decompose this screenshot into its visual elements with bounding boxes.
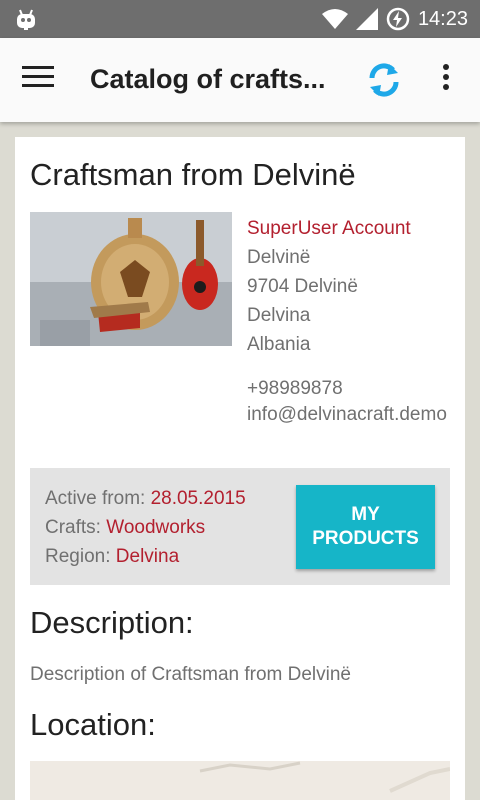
- crafts-label: Crafts:: [45, 517, 107, 538]
- contact-info: SuperUser Account Delvinë 9704 Delvinë D…: [247, 214, 455, 426]
- location-heading: Location:: [30, 707, 156, 742]
- my-products-button[interactable]: MY PRODUCTS: [296, 485, 435, 569]
- crafts-value[interactable]: Woodworks: [106, 517, 205, 538]
- phone-number[interactable]: +98989878: [247, 374, 455, 403]
- craftsman-title: Craftsman from Delvinë: [30, 157, 356, 192]
- craftsman-meta-panel: Active from: 28.05.2015 Crafts: Woodwork…: [30, 468, 450, 585]
- status-time: 14:23: [417, 7, 468, 30]
- hamburger-menu-icon[interactable]: [22, 66, 60, 94]
- address-line2: 9704 Delvinë: [247, 276, 358, 297]
- active-from-value: 28.05.2015: [150, 488, 246, 509]
- crafts-row: Crafts: Woodworks: [45, 513, 246, 542]
- email-address[interactable]: info@delvinacraft.demo: [247, 403, 455, 426]
- region-label: Region:: [45, 546, 116, 567]
- toolbar-title: Catalog of crafts...: [90, 64, 326, 94]
- overflow-menu-icon[interactable]: [434, 64, 458, 96]
- my-products-line1: MY: [351, 504, 380, 525]
- android-debug-icon: [17, 9, 35, 30]
- account-link[interactable]: SuperUser Account: [247, 214, 455, 243]
- description-text: Description of Craftsman from Delvinë: [30, 664, 351, 685]
- battery-charging-icon: [386, 7, 410, 31]
- region-row: Region: Delvina: [45, 542, 246, 571]
- region-value[interactable]: Delvina: [116, 546, 179, 567]
- wifi-icon: [321, 9, 348, 29]
- status-bar: 14:23: [0, 0, 480, 38]
- address-country: Albania: [247, 334, 311, 355]
- address-line1: Delvinë: [247, 247, 311, 268]
- craftsman-photo[interactable]: [30, 212, 232, 346]
- location-map[interactable]: [30, 761, 451, 800]
- active-from-label: Active from:: [45, 488, 151, 509]
- app-toolbar: Catalog of crafts...: [0, 38, 480, 122]
- active-from-row: Active from: 28.05.2015: [45, 484, 246, 513]
- craftsman-card: Craftsman from Delvinë SuperUser Account…: [15, 137, 465, 800]
- description-heading: Description:: [30, 605, 194, 640]
- refresh-icon[interactable]: [364, 60, 404, 100]
- my-products-line2: PRODUCTS: [312, 528, 419, 549]
- address-region: Delvina: [247, 305, 311, 326]
- cell-signal-icon: [355, 8, 378, 30]
